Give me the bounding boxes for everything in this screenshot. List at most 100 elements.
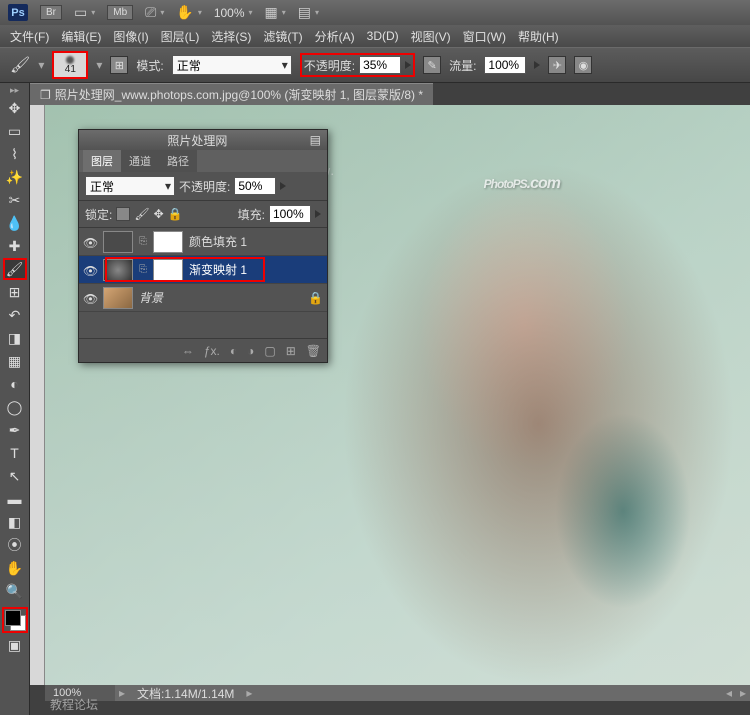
doc-icon[interactable]: ▤ (298, 4, 311, 21)
mask-icon[interactable]: ◐ (230, 344, 237, 358)
scroll-right-icon[interactable]: ▸ (736, 686, 750, 700)
3d-tool[interactable]: ◧ (3, 511, 27, 533)
blend-mode-select[interactable]: 正常 (172, 55, 292, 75)
layer-thumb[interactable] (103, 231, 133, 253)
btn-br[interactable]: Br (40, 5, 62, 20)
layer-row[interactable]: 👁 ⎘ 颜色填充 1 (79, 228, 327, 256)
mode-label: 模式: (136, 57, 163, 74)
adjustment-icon[interactable]: ◑ (247, 344, 254, 358)
lock-label: 锁定: (85, 206, 112, 223)
layer-row[interactable]: 👁 ⎘ 渐变映射 1 (79, 256, 327, 284)
fill-flyout[interactable] (315, 210, 321, 218)
blur-tool[interactable]: ◐ (3, 373, 27, 395)
type-tool[interactable]: T (3, 442, 27, 464)
tools-panel: ▸▸ ✥ ▭ ⌇ ✨ ✂ 💧 ✚ 🖌 ⊞ ↶ ◨ ▦ ◐ ◯ ✒ T ↖ ▬ ◧… (0, 83, 30, 715)
opacity-flyout[interactable] (405, 61, 411, 69)
menu-help[interactable]: 帮助(H) (514, 26, 563, 47)
menu-filter[interactable]: 滤镜(T) (259, 26, 306, 47)
layer-name[interactable]: 渐变映射 1 (189, 261, 247, 278)
flow-flyout[interactable] (534, 61, 540, 69)
panel-title: 照片处理网 (167, 132, 227, 149)
history-brush-tool[interactable]: ↶ (3, 304, 27, 326)
pen-tool[interactable]: ✒ (3, 419, 27, 441)
menu-layer[interactable]: 图层(L) (157, 26, 204, 47)
layer-thumb[interactable] (103, 259, 133, 281)
wand-tool[interactable]: ✨ (3, 166, 27, 188)
path-tool[interactable]: ↖ (3, 465, 27, 487)
menu-edit[interactable]: 编辑(E) (57, 26, 105, 47)
lock-all-icon[interactable]: 🔒 (168, 207, 183, 221)
tablet-opacity-icon[interactable]: ✎ (423, 56, 441, 74)
hand-tool[interactable]: ✋ (3, 557, 27, 579)
menu-image[interactable]: 图像(I) (109, 26, 152, 47)
3d-camera-tool[interactable]: ⦿ (3, 534, 27, 556)
lock-move-icon[interactable]: ✥ (154, 207, 164, 221)
menu-window[interactable]: 窗口(W) (459, 26, 510, 47)
group-icon[interactable]: ▢ (264, 344, 275, 358)
lasso-tool[interactable]: ⌇ (3, 143, 27, 165)
footer-watermark: 教程论坛 (50, 696, 98, 713)
fill-input[interactable] (269, 205, 311, 223)
zoom-level[interactable]: 100% (214, 6, 245, 20)
layer-blend-select[interactable]: 正常 (85, 176, 175, 196)
menu-file[interactable]: 文件(F) (6, 26, 53, 47)
flow-label: 流量: (449, 57, 476, 74)
frame-icon[interactable]: ▭ (74, 4, 87, 21)
visibility-icon[interactable]: 👁 (83, 292, 97, 304)
ps-logo: Ps (8, 4, 28, 21)
btn-mb[interactable]: Mb (107, 5, 133, 20)
eyedropper-tool[interactable]: 💧 (3, 212, 27, 234)
dodge-tool[interactable]: ◯ (3, 396, 27, 418)
marquee-tool[interactable]: ▭ (3, 120, 27, 142)
scroll-left-icon[interactable]: ◂ (722, 686, 736, 700)
layer-opacity-input[interactable] (234, 177, 276, 195)
panel-menu-icon[interactable]: ▤ (310, 133, 321, 147)
layer-mask[interactable] (153, 259, 183, 281)
lock-brush-icon[interactable]: 🖌 (134, 207, 149, 221)
layer-name[interactable]: 颜色填充 1 (189, 233, 247, 250)
brush-tool[interactable]: 🖌 (3, 258, 27, 280)
tab-channels[interactable]: 通道 (121, 150, 159, 172)
gradient-tool[interactable]: ▦ (3, 350, 27, 372)
brush-panel-icon[interactable]: ⊞ (110, 56, 128, 74)
document-tab[interactable]: ❐ 照片处理网_www.photops.com.jpg@100% (渐变映射 1… (30, 83, 433, 105)
layer-mask[interactable] (153, 231, 183, 253)
visibility-icon[interactable]: 👁 (83, 236, 97, 248)
quickmask-tool[interactable]: ▣ (3, 634, 27, 656)
layer-row[interactable]: 👁 背景 🔒 (79, 284, 327, 312)
flow-input[interactable] (484, 56, 526, 74)
foreground-color[interactable] (5, 610, 21, 626)
fx-icon[interactable]: ƒx. (204, 344, 220, 358)
zoom-tool[interactable]: 🔍 (3, 580, 27, 602)
layer-name[interactable]: 背景 (139, 289, 163, 306)
hand-icon[interactable]: ✋ (176, 4, 193, 21)
heal-tool[interactable]: ✚ (3, 235, 27, 257)
grid-icon[interactable]: ▦ (265, 4, 278, 21)
layer-opacity-flyout[interactable] (280, 182, 286, 190)
shape-tool[interactable]: ▬ (3, 488, 27, 510)
menu-3d[interactable]: 3D(D) (363, 27, 403, 45)
brush-size-picker[interactable]: 41 (52, 51, 88, 79)
opacity-label: 不透明度: (304, 57, 355, 74)
menu-select[interactable]: 选择(S) (207, 26, 255, 47)
tablet-size-icon[interactable]: ◉ (574, 56, 592, 74)
move-tool[interactable]: ✥ (3, 97, 27, 119)
airbrush-icon[interactable]: ✈ (548, 56, 566, 74)
new-layer-icon[interactable]: ⊞ (286, 344, 296, 358)
delete-icon[interactable]: 🗑 (306, 344, 321, 358)
crop-tool[interactable]: ✂ (3, 189, 27, 211)
menu-view[interactable]: 视图(V) (407, 26, 455, 47)
stamp-tool[interactable]: ⊞ (3, 281, 27, 303)
screen-icon[interactable]: ⎚ (145, 4, 156, 21)
layer-thumb[interactable] (103, 287, 133, 309)
tab-paths[interactable]: 路径 (159, 150, 197, 172)
options-bar: 🖌 ▾ 41 ▾ ⊞ 模式: 正常 不透明度: ✎ 流量: ✈ ◉ (0, 47, 750, 83)
menu-analysis[interactable]: 分析(A) (311, 26, 359, 47)
opacity-input[interactable] (359, 56, 401, 74)
visibility-icon[interactable]: 👁 (83, 264, 97, 276)
link-layers-icon[interactable]: ⇔ (182, 344, 194, 358)
eraser-tool[interactable]: ◨ (3, 327, 27, 349)
lock-trans-icon[interactable] (116, 207, 130, 221)
tab-layers[interactable]: 图层 (83, 150, 121, 172)
color-swatches[interactable] (2, 607, 28, 633)
